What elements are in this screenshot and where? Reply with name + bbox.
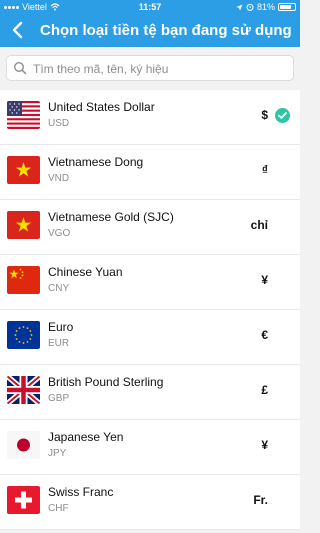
vn-flag-icon (7, 211, 40, 239)
battery-percent: 81% (256, 2, 275, 12)
currency-symbol: $ (261, 108, 268, 122)
jp-flag-icon (7, 431, 40, 459)
currency-row-vgo[interactable]: Vietnamese Gold (SJC) VGO chỉ (0, 200, 300, 255)
currency-code: VND (48, 173, 70, 184)
currency-symbol: £ (261, 383, 268, 397)
currency-code: EUR (48, 338, 70, 349)
gb-flag-icon (7, 376, 40, 404)
eu-flag-icon (7, 321, 40, 349)
status-right: 81% (236, 2, 296, 12)
search-area (0, 47, 300, 90)
cn-flag-icon (7, 266, 40, 294)
currency-code: VGO (48, 228, 71, 239)
currency-code: CNY (48, 283, 70, 294)
search-icon (13, 61, 27, 75)
currency-name: United States Dollar (48, 100, 155, 114)
search-box[interactable] (6, 55, 294, 81)
selected-check-icon (275, 108, 290, 123)
currency-symbol: € (261, 328, 268, 342)
alarm-icon (246, 3, 254, 11)
currency-name: British Pound Sterling (48, 375, 164, 389)
currency-symbol: Fr. (253, 493, 268, 507)
currency-row-gbp[interactable]: British Pound Sterling GBP £ (0, 365, 300, 420)
currency-name: Vietnamese Gold (SJC) (48, 210, 174, 224)
ch-flag-icon (7, 486, 40, 514)
currency-row-chf[interactable]: Swiss Franc CHF Fr. (0, 475, 300, 530)
currency-row-jpy[interactable]: Japanese Yen JPY ¥ (0, 420, 300, 475)
nav-header: Chọn loại tiền tệ bạn đang sử dụng (0, 14, 300, 47)
back-arrow-icon[interactable] (8, 20, 28, 40)
currency-code: USD (48, 118, 70, 129)
vn-flag-icon (7, 156, 40, 184)
currency-name: Euro (48, 320, 74, 334)
currency-symbol: ¥ (261, 438, 268, 452)
currency-code: GBP (48, 393, 70, 404)
currency-symbol: ¥ (261, 273, 268, 287)
status-bar: Viettel 11:57 81% (0, 0, 300, 14)
us-flag-icon (7, 101, 40, 129)
currency-code: CHF (48, 503, 69, 514)
currency-list: United States Dollar USD $ Vietnamese Dong V… (0, 90, 300, 530)
currency-row-usd[interactable]: United States Dollar USD $ (0, 90, 300, 145)
currency-name: Vietnamese Dong (48, 155, 144, 169)
currency-symbol: chỉ (250, 218, 268, 232)
currency-name: Chinese Yuan (48, 265, 123, 279)
search-input[interactable] (31, 59, 290, 79)
location-icon (236, 4, 243, 10)
currency-name: Japanese Yen (48, 430, 124, 444)
currency-name: Swiss Franc (48, 485, 114, 499)
currency-row-vnd[interactable]: Vietnamese Dong VND ₫ (0, 145, 300, 200)
battery-icon (278, 3, 296, 11)
page-title: Chọn loại tiền tệ bạn đang sử dụng (40, 22, 292, 39)
currency-code: JPY (48, 448, 67, 459)
currency-row-cny[interactable]: Chinese Yuan CNY ¥ (0, 255, 300, 310)
currency-row-eur[interactable]: Euro EUR € (0, 310, 300, 365)
currency-symbol: ₫ (261, 163, 268, 177)
